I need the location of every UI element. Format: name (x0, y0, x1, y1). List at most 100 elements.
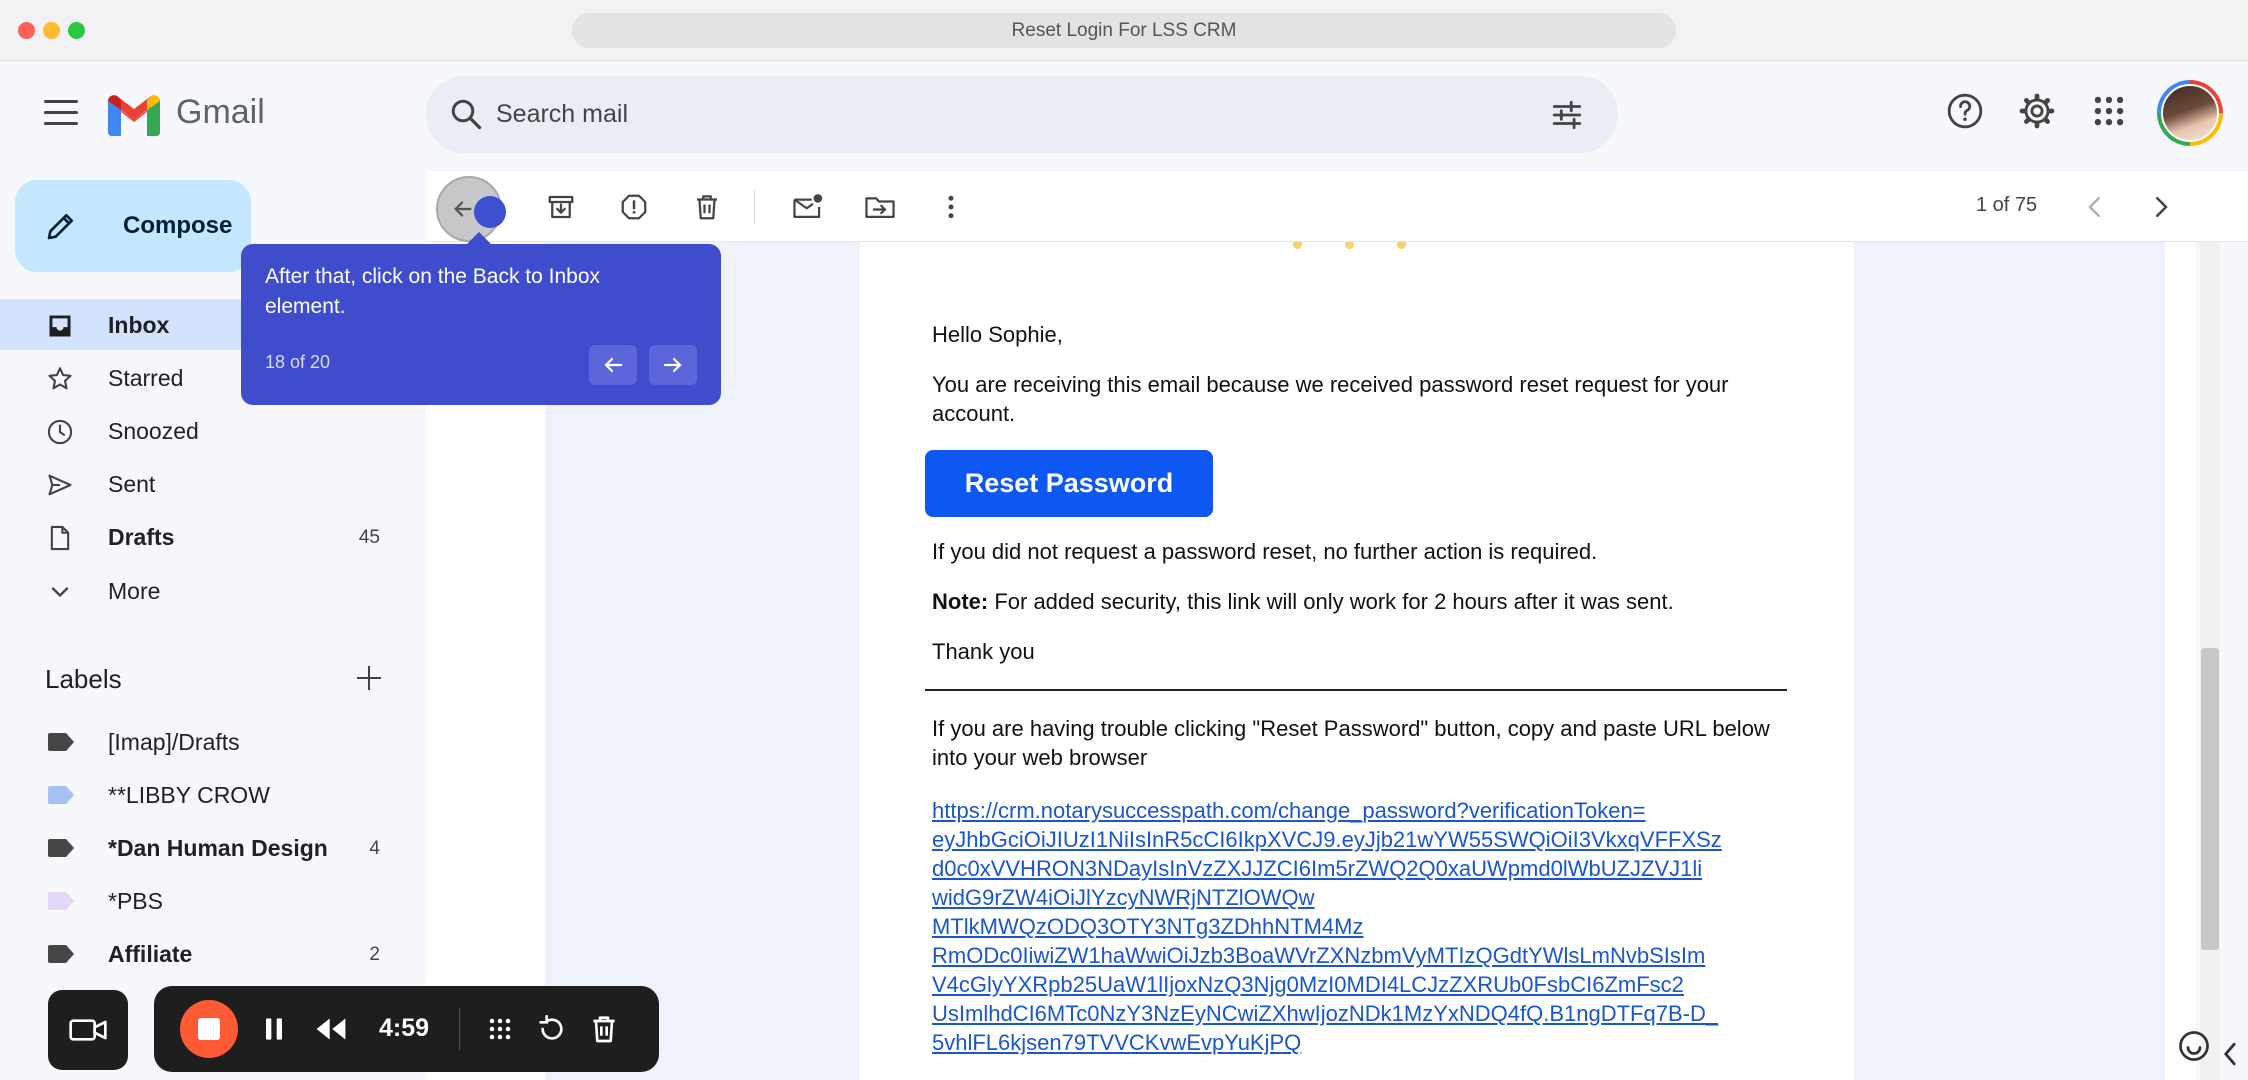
recording-controls: 4:59 (154, 986, 659, 1072)
search-icon[interactable] (448, 96, 484, 132)
close-window-button[interactable] (18, 22, 35, 39)
link-line: d0c0xVVHRON3NDayIsInVzZXJJZCI6Im5rZWQ2Q0… (932, 856, 1703, 881)
compose-label: Compose (123, 212, 233, 239)
restart-icon[interactable] (536, 1013, 568, 1045)
mark-unread-icon[interactable] (792, 192, 824, 222)
compose-button[interactable]: Compose (15, 180, 251, 272)
reset-password-button[interactable]: Reset Password (925, 450, 1213, 517)
link-line: eyJhbGciOiJIUzI1NiIsInR5cCI6IkpXVCJ9.eyJ… (932, 827, 1722, 852)
gmail-logo-icon[interactable] (108, 94, 160, 136)
sidebar-label-text: *PBS (108, 888, 163, 914)
minimize-window-button[interactable] (43, 22, 60, 39)
sidebar-item-label: Sent (108, 471, 156, 497)
sidebar-label-text: Affiliate (108, 941, 193, 967)
note-label: Note: (932, 589, 989, 614)
sidebar-label-dan-human-design[interactable]: *Dan Human Design 4 (0, 822, 420, 873)
gmail-logo-text: Gmail (176, 93, 265, 131)
sidebar-item-label: Starred (108, 365, 184, 391)
archive-icon[interactable] (546, 192, 576, 222)
tooltip-message: After that, click on the Back to Inbox e… (265, 265, 601, 318)
rewind-icon[interactable] (314, 1013, 348, 1045)
delete-trash-icon[interactable] (692, 192, 722, 222)
inbox-icon (49, 315, 71, 337)
sidebar-label-text: **LIBBY CROW (108, 782, 270, 808)
label-tag-icon (48, 786, 74, 804)
clock-icon (47, 419, 73, 445)
help-icon[interactable] (1946, 92, 1984, 130)
settings-gear-icon[interactable] (2018, 92, 2056, 130)
recording-timer: 4:59 (379, 1014, 430, 1042)
add-label-plus-icon[interactable] (355, 664, 383, 692)
sidebar-item-sent[interactable]: Sent (0, 458, 420, 509)
sidebar-item-snoozed[interactable]: Snoozed (0, 405, 420, 456)
report-spam-icon[interactable] (619, 192, 649, 222)
sidebar-label-count: 4 (369, 838, 380, 859)
draft-icon (50, 525, 70, 551)
pause-icon[interactable] (258, 1013, 290, 1045)
link-line: MTlkMWQzODQ3OTY3NTg3ZDhhNTM4Mz (932, 914, 1364, 939)
email-divider (925, 689, 1787, 691)
main-menu-icon[interactable] (44, 100, 78, 128)
apps-grid-icon[interactable] (2090, 92, 2128, 130)
pencil-icon (47, 214, 73, 240)
move-to-folder-icon[interactable] (864, 192, 896, 222)
tooltip-previous-button[interactable] (589, 345, 637, 385)
email-no-action: If you did not request a password reset,… (932, 539, 1598, 564)
tooltip-step-counter: 18 of 20 (265, 352, 331, 372)
drag-handle-icon[interactable] (484, 1013, 516, 1045)
sidebar-item-more[interactable]: More (0, 565, 420, 616)
stop-recording-button[interactable] (180, 1000, 238, 1058)
video-camera-icon (69, 1019, 107, 1041)
sidebar-label-text: *Dan Human Design (108, 835, 328, 861)
email-greeting: Hello Sophie, (932, 322, 1063, 347)
sidebar-label-pbs[interactable]: *PBS (0, 875, 420, 926)
more-options-icon[interactable] (936, 192, 966, 222)
search-options-icon[interactable] (1550, 98, 1584, 132)
support-chat-icon[interactable] (2176, 1028, 2212, 1064)
label-tag-icon (48, 733, 74, 751)
sidebar-item-label: Drafts (108, 524, 175, 550)
reset-password-link[interactable]: https://crm.notarysuccesspath.com/change… (932, 796, 1782, 1057)
email-intro: You are receiving this email because we … (932, 372, 1729, 426)
link-line: 5vhlFL6kjsen79TVVCKvwEvpYuKjPQ (932, 1030, 1302, 1055)
labels-heading: Labels (45, 664, 122, 694)
arrow-right-icon (663, 357, 682, 373)
arrow-back-icon (454, 201, 472, 217)
sidebar-label-count: 2 (369, 944, 380, 965)
account-avatar[interactable] (2157, 80, 2223, 146)
highlight-dot (474, 196, 506, 228)
search-input[interactable] (496, 94, 1496, 134)
camera-toggle-button[interactable] (48, 990, 128, 1070)
sidebar-item-count: 45 (358, 527, 380, 548)
chevron-right-icon[interactable] (2146, 192, 2176, 222)
tooltip-next-button[interactable] (649, 345, 697, 385)
link-line: widG9rZW4iOiJlYzcyNWRjNTZlOWQw (932, 885, 1315, 910)
sidebar-label-imap-drafts[interactable]: [Imap]/Drafts (0, 716, 420, 767)
chevron-down-icon (51, 587, 69, 598)
avatar-photo (2161, 84, 2219, 142)
sidebar-item-label: More (108, 578, 161, 604)
link-line: V4cGlyYXRpb25UaW1lIjoxNzQ3Njg0MzI0MDI4LC… (932, 972, 1684, 997)
label-tag-icon (48, 839, 74, 857)
link-line: https://crm.notarysuccesspath.com/change… (932, 798, 1646, 823)
maximize-window-button[interactable] (68, 22, 85, 39)
collapse-panel-chevron-icon[interactable] (2220, 1040, 2240, 1068)
link-line: RmODc0IiwiZW1haWwiOiJzb3BoaWVrZXNzbmVyMT… (932, 943, 1706, 968)
send-icon (48, 474, 72, 496)
sidebar-label-libby-crow[interactable]: **LIBBY CROW (0, 769, 420, 820)
pagination-count: 1 of 75 (1976, 194, 2038, 216)
arrow-left-icon (604, 357, 623, 373)
sidebar-item-label: Snoozed (108, 418, 199, 444)
delete-recording-icon[interactable] (588, 1013, 620, 1045)
email-thanks: Thank you (932, 639, 1035, 664)
sidebar-label-affiliate[interactable]: Affiliate 2 (0, 928, 420, 979)
window-title[interactable]: Reset Login For LSS CRM (572, 13, 1676, 48)
search-bar[interactable] (426, 76, 1618, 153)
sidebar-item-drafts[interactable]: Drafts 45 (0, 511, 420, 562)
window-titlebar: Reset Login For LSS CRM (0, 0, 2248, 61)
message-toolbar: 1 of 75 (426, 172, 2248, 242)
scrollbar-thumb[interactable] (2201, 648, 2219, 950)
recorder-divider (459, 1008, 460, 1050)
chevron-left-icon[interactable] (2080, 192, 2110, 222)
toolbar-divider (754, 190, 755, 224)
